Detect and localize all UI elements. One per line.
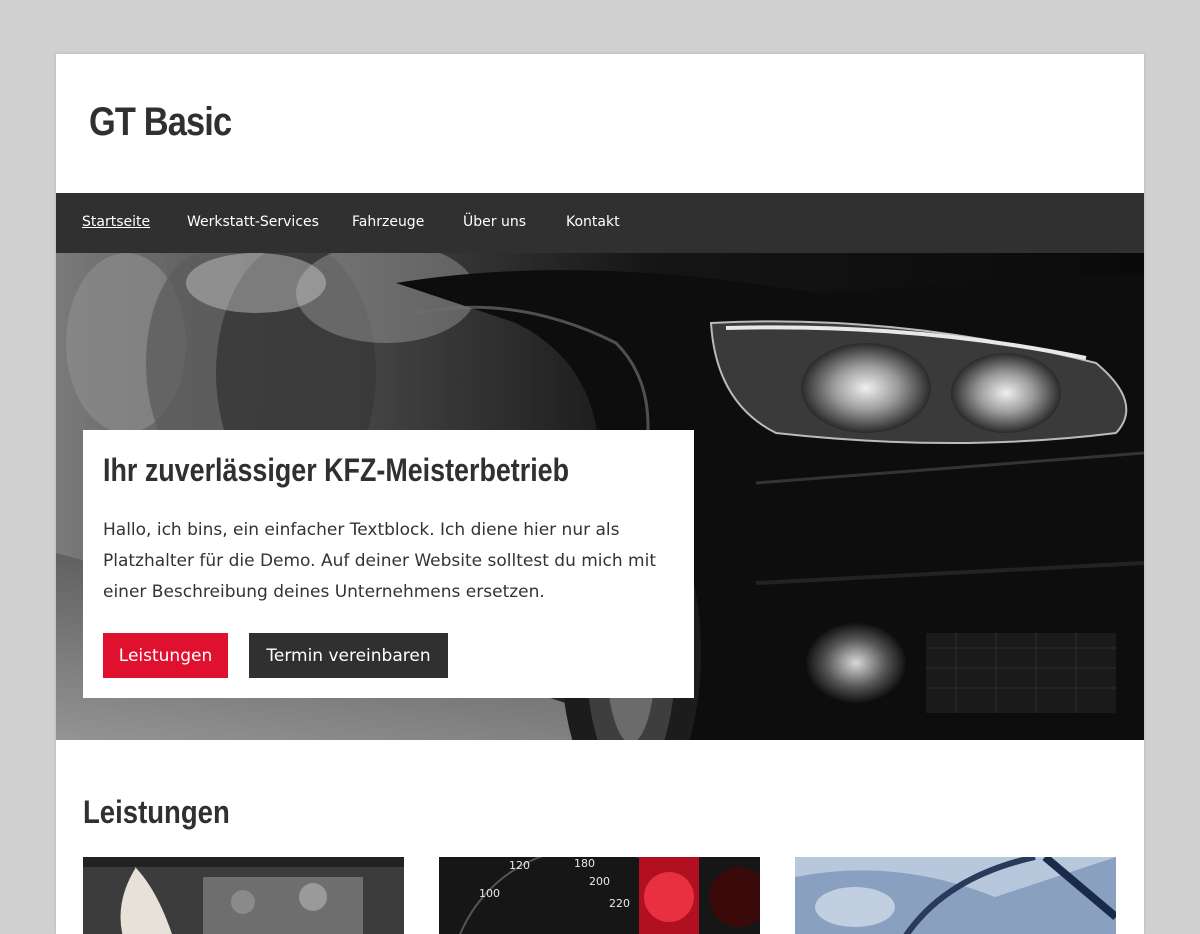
site-header: GT Basic: [56, 54, 1144, 193]
hero-section: Ihr zuverlässiger KFZ-Meisterbetrieb Hal…: [56, 253, 1144, 740]
svg-text:200: 200: [589, 875, 610, 888]
nav-item-werkstatt-services[interactable]: Werkstatt-Services: [187, 214, 319, 230]
service-card-speedometer[interactable]: 100 120 180 200 220: [439, 857, 760, 934]
engine-bay-image: [83, 857, 404, 934]
page-container: GT Basic Startseite Werkstatt-Services F…: [56, 54, 1144, 934]
svg-text:120: 120: [509, 859, 530, 872]
main-navigation: Startseite Werkstatt-Services Fahrzeuge …: [56, 193, 1144, 253]
nav-item-fahrzeuge[interactable]: Fahrzeuge: [352, 214, 424, 230]
nav-item-ueber-uns[interactable]: Über uns: [463, 214, 526, 230]
hero-content-box: Ihr zuverlässiger KFZ-Meisterbetrieb Hal…: [83, 430, 694, 698]
nav-item-startseite[interactable]: Startseite: [82, 214, 150, 230]
service-card-engine[interactable]: [83, 857, 404, 934]
termin-vereinbaren-button[interactable]: Termin vereinbaren: [249, 633, 448, 678]
nav-item-kontakt[interactable]: Kontakt: [566, 214, 620, 230]
service-card-car[interactable]: [795, 857, 1116, 934]
speedometer-image: 100 120 180 200 220: [439, 857, 760, 934]
hero-description: Hallo, ich bins, ein einfacher Textblock…: [103, 520, 657, 602]
svg-text:220: 220: [609, 897, 630, 910]
svg-text:100: 100: [479, 887, 500, 900]
hero-heading: Ihr zuverlässiger KFZ-Meisterbetrieb: [103, 452, 570, 488]
services-section-title: Leistungen: [83, 794, 230, 830]
svg-text:180: 180: [574, 857, 595, 870]
blue-car-image: [795, 857, 1116, 934]
site-title[interactable]: GT Basic: [89, 100, 232, 145]
leistungen-button[interactable]: Leistungen: [103, 633, 228, 678]
